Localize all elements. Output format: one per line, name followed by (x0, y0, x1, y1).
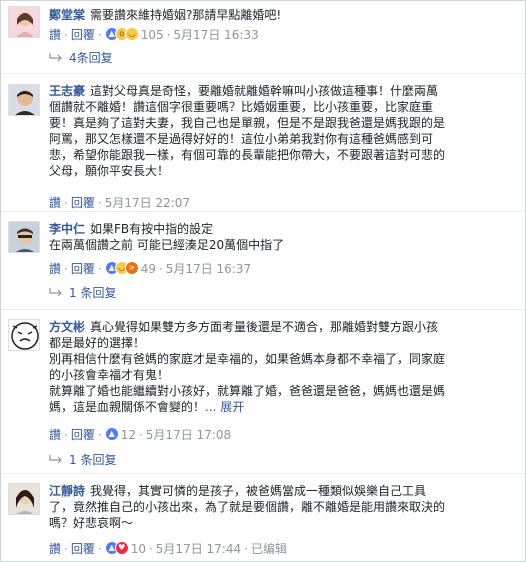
comment-time[interactable]: 5月17日 17:08 (146, 428, 231, 442)
comment-text-line: 就算離了婚也能繼續對小孩好，就算離了婚，爸爸還是爸爸，媽媽也還是媽 (49, 384, 446, 398)
avatar-image (9, 320, 39, 350)
comment-text-line: 都是最好的選擇！ (49, 336, 146, 350)
like-link[interactable]: 讚 (49, 262, 61, 276)
comment-text: 需要讚來維持婚姻?那請早點離婚吧! (90, 8, 282, 22)
reply-arrow-icon (49, 288, 62, 297)
avatar[interactable] (8, 483, 40, 515)
reply-link[interactable]: 回覆 (71, 28, 95, 42)
comment-actions: 讚 · 回覆 · 5月17日 22:07 (49, 196, 190, 210)
comment: 方文彬 真心覺得如果雙方多方面考量後還是不適合，那離婚對雙方跟小孩 都是最好的選擇… (1, 309, 525, 467)
comment-text-line: 我覺得，其實可憐的是孩子，被爸媽當成一種類似娛樂自己工具 (90, 484, 427, 498)
comment-text-line: 這對父母真是奇怪，要離婚就離婚幹嘛叫小孩做這種事！什麼兩萬 (90, 84, 439, 98)
comment-actions: 讚 · 回覆 · ▲ o ◡ 105 · 5月17日 16:33 (49, 27, 259, 42)
avatar[interactable] (8, 319, 40, 351)
comment-text-line: 要！真是夠了這對夫妻，我自己也是單親，但是不是跟我爸還是媽我跟的是 (49, 116, 446, 130)
commenter-name[interactable]: 江靜詩 (49, 484, 85, 498)
edited-label[interactable]: 已编辑 (251, 542, 287, 556)
like-link[interactable]: 讚 (49, 542, 61, 556)
commenter-name[interactable]: 鄭堂棠 (49, 8, 85, 22)
see-more-link[interactable]: ... 展开 (205, 400, 244, 414)
reply-link[interactable]: 回覆 (71, 196, 95, 210)
comment-text-line: 別再相信什麼有爸媽的家庭才是幸福的，如果爸媽本身都不幸福了，同家庭 (49, 352, 446, 366)
replies-label[interactable]: 4条回复 (69, 51, 113, 65)
comment-text-line: 嗎？好悲哀啊～ (49, 516, 134, 530)
avatar[interactable] (8, 6, 40, 38)
comment-text-line: 阿罵，那又怎樣還不是過得好好的！這位小弟弟我對你有這種爸媽感到可 (49, 132, 434, 146)
comment-text-line: 媽，這是血親關係不會變的！ (49, 400, 206, 414)
haha-reaction-icon[interactable]: ◡ (124, 27, 139, 41)
reaction-count[interactable]: 12 (121, 428, 136, 442)
comment-text-line: 的小孩會幸福才有鬼！ (49, 368, 170, 382)
reply-link[interactable]: 回覆 (71, 542, 95, 556)
comment: 鄭堂棠 需要讚來維持婚姻?那請早點離婚吧! 讚 · 回覆 · ▲ o ◡ 105 · 5月17日 1… (1, 1, 525, 73)
comment-text-line: 真心覺得如果雙方多方面考量後還是不適合，那離婚對雙方跟小孩 (90, 320, 439, 334)
avatar-image (9, 484, 39, 514)
comment-time[interactable]: 5月17日 16:33 (173, 28, 258, 42)
reaction-count[interactable]: 105 (141, 28, 164, 42)
like-link[interactable]: 讚 (49, 428, 61, 442)
comment-actions: 讚 · 回覆 · ▲ ◡ >49 · 5月17日 16:37 (49, 261, 252, 276)
comment-text-line: 悲，希望你能跟我一樣，有個可靠的長輩能把你帶大，不要跟著這對可悲的 (49, 148, 446, 162)
angry-reaction-icon[interactable]: > (124, 261, 139, 275)
comment-text-line: 了，竟然推自己的小孩出來，為了就是要個讚，離不離婚是能用讚來取決的 (49, 500, 446, 514)
like-reaction-icon[interactable]: ▲ (104, 427, 119, 441)
avatar[interactable] (8, 84, 40, 116)
avatar-image (9, 85, 39, 115)
comment-text-line: 如果FB有按中指的設定 (90, 222, 214, 236)
love-reaction-icon[interactable]: ♥ (114, 541, 129, 555)
comment-time[interactable]: 5月17日 16:37 (166, 262, 251, 276)
commenter-name[interactable]: 王志豪 (49, 84, 85, 98)
commenter-name[interactable]: 李中仁 (49, 222, 85, 236)
comment-text-line: 父母，願你平安長大！ (49, 164, 170, 178)
reaction-count[interactable]: 10 (131, 542, 146, 556)
avatar-image (9, 222, 39, 252)
like-link[interactable]: 讚 (49, 28, 61, 42)
reply-arrow-icon (49, 455, 62, 464)
view-replies[interactable]: 4条回复 (49, 49, 113, 67)
like-link[interactable]: 讚 (49, 196, 61, 210)
commenter-name[interactable]: 方文彬 (49, 320, 85, 334)
reaction-count[interactable]: 49 (141, 262, 156, 276)
reply-link[interactable]: 回覆 (71, 428, 95, 442)
view-replies[interactable]: 1 条回复 (49, 451, 116, 469)
comment-actions: 讚 · 回覆 · ▲ ♥ 10 · 5月17日 17:44 · 已编辑 (49, 541, 287, 556)
comment-text-line: 個讚就不離婚！讚這個字很重要嗎？比婚姻重要，比小孩重要，比家庭重 (49, 100, 434, 114)
comment-time[interactable]: 5月17日 17:44 (156, 542, 241, 556)
comment-time[interactable]: 5月17日 22:07 (105, 196, 190, 210)
replies-label[interactable]: 1 条回复 (69, 286, 116, 300)
comment: 江靜詩 我覺得，其實可憐的是孩子，被爸媽當成一種類似娛樂自己工具 了，竟然推自己的… (1, 473, 525, 561)
comment-text-line: 在兩萬個讚之前 可能已經湊足20萬個中指了 (49, 238, 285, 252)
view-replies[interactable]: 1 条回复 (49, 284, 116, 302)
replies-label[interactable]: 1 条回复 (69, 453, 116, 467)
comment: 王志豪 這對父母真是奇怪，要離婚就離婚幹嘛叫小孩做這種事！什麼兩萬 個讚就不離婚！… (1, 73, 525, 211)
comment-actions: 讚 · 回覆 · ▲ 12 · 5月17日 17:08 (49, 427, 232, 442)
comment: 李中仁 如果FB有按中指的設定 在兩萬個讚之前 可能已經湊足20萬個中指了 讚 · 回… (1, 211, 525, 309)
reply-link[interactable]: 回覆 (71, 262, 95, 276)
reply-arrow-icon (49, 53, 62, 62)
avatar-image (9, 7, 39, 37)
avatar[interactable] (8, 221, 40, 253)
comments-panel: 鄭堂棠 需要讚來維持婚姻?那請早點離婚吧! 讚 · 回覆 · ▲ o ◡ 105 · 5月17日 1… (0, 0, 526, 562)
